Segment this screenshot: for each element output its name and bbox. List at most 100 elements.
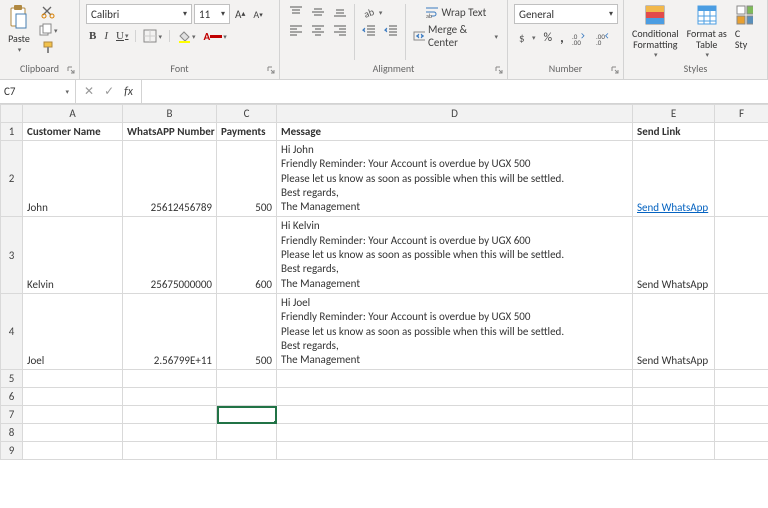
orientation-button[interactable]: ab▾	[359, 4, 386, 20]
cell[interactable]: Send WhatsApp	[633, 141, 715, 217]
name-box[interactable]: C7 ▾	[0, 80, 76, 103]
align-left-button[interactable]	[286, 22, 306, 38]
cell[interactable]: Send WhatsApp	[633, 217, 715, 293]
cell[interactable]	[277, 370, 633, 388]
cell[interactable]	[715, 370, 768, 388]
enter-formula-button[interactable]: ✓	[100, 84, 118, 99]
cell[interactable]	[715, 406, 768, 424]
font-size-combo[interactable]: 11▾	[194, 4, 230, 24]
shrink-font-button[interactable]: A▾	[250, 7, 265, 22]
font-name-combo[interactable]: Calibri▾	[86, 4, 192, 24]
cell[interactable]	[715, 442, 768, 460]
format-as-table-button[interactable]: Format as Table▾	[683, 2, 731, 61]
cell[interactable]	[277, 388, 633, 406]
merge-center-button[interactable]: Merge & Center▾	[410, 22, 501, 50]
cell[interactable]	[715, 217, 768, 293]
row-header-2[interactable]: 2	[1, 141, 23, 217]
cell[interactable]: 25612456789	[123, 141, 217, 217]
font-dialog-launcher[interactable]	[265, 64, 277, 76]
send-whatsapp-link[interactable]: Send WhatsApp	[637, 201, 708, 214]
decrease-decimal-button[interactable]: .00.0	[593, 30, 615, 46]
align-middle-button[interactable]	[308, 4, 328, 20]
active-cell[interactable]	[217, 406, 277, 424]
cell[interactable]	[123, 370, 217, 388]
select-all-corner[interactable]	[1, 105, 23, 123]
cell[interactable]	[23, 442, 123, 460]
insert-function-button[interactable]: fx	[120, 85, 137, 99]
italic-button[interactable]: I	[101, 29, 111, 43]
cell[interactable]: Send WhatsApp	[633, 293, 715, 369]
cell[interactable]: Payments	[217, 123, 277, 141]
row-header-6[interactable]: 6	[1, 388, 23, 406]
cell[interactable]	[277, 406, 633, 424]
cell[interactable]: Kelvin	[23, 217, 123, 293]
decrease-indent-button[interactable]	[359, 22, 379, 38]
cell[interactable]	[23, 424, 123, 442]
row-header-1[interactable]: 1	[1, 123, 23, 141]
cell[interactable]: Hi John Friendly Reminder: Your Account …	[277, 141, 633, 217]
col-header-A[interactable]: A	[23, 105, 123, 123]
copy-button[interactable]: ▾	[36, 22, 61, 38]
borders-button[interactable]: ▾	[140, 28, 165, 44]
row-header-9[interactable]: 9	[1, 442, 23, 460]
cell[interactable]	[715, 293, 768, 369]
fill-color-button[interactable]: ▾	[174, 28, 199, 44]
cell[interactable]	[715, 141, 768, 217]
cell[interactable]: Joel	[23, 293, 123, 369]
increase-decimal-button[interactable]: .0.00	[569, 30, 591, 46]
spreadsheet-grid[interactable]: A B C D E F 1 Customer Name WhatsAPP Num…	[0, 104, 768, 508]
cell[interactable]: Message	[277, 123, 633, 141]
cell[interactable]	[217, 370, 277, 388]
row-header-8[interactable]: 8	[1, 424, 23, 442]
cell[interactable]: Hi Joel Friendly Reminder: Your Account …	[277, 293, 633, 369]
cut-button[interactable]	[36, 4, 61, 20]
cell[interactable]: 600	[217, 217, 277, 293]
cell[interactable]	[123, 406, 217, 424]
font-color-button[interactable]: A▾	[201, 29, 230, 44]
cell[interactable]	[23, 388, 123, 406]
conditional-formatting-button[interactable]: Conditional Formatting▾	[628, 2, 683, 61]
grow-font-button[interactable]: A▴	[232, 7, 248, 22]
cell[interactable]	[123, 388, 217, 406]
cell[interactable]	[217, 388, 277, 406]
cell[interactable]	[633, 442, 715, 460]
row-header-3[interactable]: 3	[1, 217, 23, 293]
cell[interactable]	[277, 442, 633, 460]
align-top-button[interactable]	[286, 4, 306, 20]
comma-button[interactable]: ,	[557, 28, 567, 47]
col-header-E[interactable]: E	[633, 105, 715, 123]
formula-input[interactable]	[142, 80, 768, 103]
cell[interactable]	[217, 424, 277, 442]
cell[interactable]	[23, 406, 123, 424]
cell[interactable]	[633, 388, 715, 406]
cell[interactable]	[277, 424, 633, 442]
cell[interactable]: 500	[217, 141, 277, 217]
wrap-text-button[interactable]: abWrap Text	[410, 4, 501, 20]
bold-button[interactable]: B	[86, 29, 99, 43]
col-header-F[interactable]: F	[715, 105, 768, 123]
percent-button[interactable]: %	[541, 30, 556, 46]
cell[interactable]	[633, 370, 715, 388]
cancel-formula-button[interactable]: ✕	[80, 84, 98, 99]
cell[interactable]: Hi Kelvin Friendly Reminder: Your Accoun…	[277, 217, 633, 293]
cell[interactable]: Customer Name	[23, 123, 123, 141]
cell[interactable]: 25675000000	[123, 217, 217, 293]
paste-button[interactable]: Paste ▾	[4, 2, 34, 56]
underline-button[interactable]: U▾	[113, 29, 131, 43]
row-header-5[interactable]: 5	[1, 370, 23, 388]
align-bottom-button[interactable]	[330, 4, 350, 20]
cell[interactable]	[715, 424, 768, 442]
increase-indent-button[interactable]	[381, 22, 401, 38]
row-header-7[interactable]: 7	[1, 406, 23, 424]
cell[interactable]: 500	[217, 293, 277, 369]
cell-styles-button[interactable]: C Sty	[731, 2, 753, 52]
format-painter-button[interactable]	[36, 40, 61, 56]
number-format-combo[interactable]: General▾	[514, 4, 618, 24]
col-header-B[interactable]: B	[123, 105, 217, 123]
align-center-button[interactable]	[308, 22, 328, 38]
col-header-D[interactable]: D	[277, 105, 633, 123]
align-right-button[interactable]	[330, 22, 350, 38]
cell[interactable]	[633, 424, 715, 442]
cell[interactable]: Send Link	[633, 123, 715, 141]
cell[interactable]	[217, 442, 277, 460]
